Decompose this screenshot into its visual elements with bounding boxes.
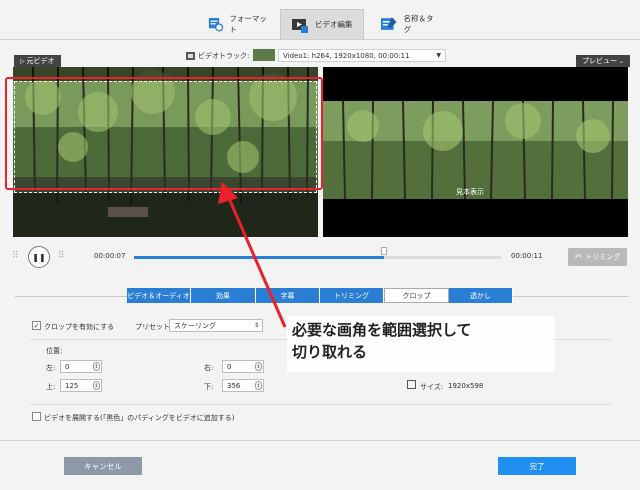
- name-tag-icon: [380, 17, 397, 30]
- chevron-icon: ⌄: [617, 58, 624, 65]
- divider-line-2: [30, 404, 612, 405]
- enable-crop-label: クロップを有効にする: [44, 323, 115, 331]
- video-edit-icon: [292, 18, 308, 33]
- spinner-icon[interactable]: ⇕: [255, 362, 262, 371]
- left-input[interactable]: 0 ⇕: [60, 360, 102, 373]
- original-video-label: ▷ 元ビデオ: [14, 55, 61, 67]
- done-button[interactable]: 完了: [498, 457, 576, 475]
- subtab-video-audio[interactable]: ビデオ＆オーディオ: [127, 288, 191, 303]
- annotation-arrow: [218, 182, 287, 328]
- seek-bar[interactable]: [134, 256, 501, 259]
- video-track-value: Video1: h264, 1920x1080, 00:00:11: [283, 51, 410, 60]
- tab-video-edit[interactable]: ビデオ編集: [280, 9, 364, 39]
- size-label: サイズ:: [420, 383, 444, 391]
- video-track-row: ビデオトラック:: [186, 51, 249, 61]
- spinner-icon[interactable]: ⇕: [93, 381, 100, 390]
- size-icon: [407, 380, 416, 389]
- expand-video-label: ビデオを展開する(「黒色」のパディングをビデオに追加する): [44, 414, 235, 422]
- pause-icon: ❚❚: [32, 252, 46, 262]
- bottom-label: 下:: [204, 383, 214, 391]
- right-label: 右:: [204, 364, 214, 372]
- drag-handle-icon-right: ⠿: [58, 251, 65, 261]
- forest-preview-image: [323, 101, 628, 199]
- expand-video-checkbox[interactable]: [32, 412, 41, 421]
- pause-button[interactable]: ❚❚: [28, 246, 50, 268]
- total-time: 00:00:11: [511, 252, 543, 260]
- preset-label: プリセット:: [135, 323, 173, 331]
- check-icon: ✓: [33, 321, 40, 330]
- drag-handle-icon: ⠿: [12, 251, 19, 261]
- divider: [0, 39, 640, 40]
- watermark-text: 見本表示: [456, 188, 484, 196]
- tab-name-tag-label: 名称＆タグ: [403, 14, 434, 34]
- bottom-input[interactable]: 356 ⇕: [222, 379, 264, 392]
- preview-label: プレビュー ⌄: [576, 55, 630, 67]
- chevron-down-icon: ▼: [436, 52, 441, 59]
- annotation-line1: 必要な画角を範囲選択して: [292, 321, 472, 339]
- subtab-watermark[interactable]: 透かし: [449, 288, 513, 303]
- annotation-line2: 切り取れる: [292, 343, 368, 361]
- subtab-trim[interactable]: トリミング: [320, 288, 384, 303]
- position-label: 位置:: [46, 347, 63, 355]
- tab-name-tag[interactable]: 名称＆タグ: [370, 9, 450, 39]
- track-thumbnail: [253, 49, 275, 61]
- video-track-select[interactable]: Video1: h264, 1920x1080, 00:00:11 ▼: [278, 49, 446, 62]
- top-label: 上:: [46, 383, 56, 391]
- tab-format[interactable]: フォーマット: [198, 9, 278, 39]
- right-input[interactable]: 0 ⇕: [222, 360, 264, 373]
- cancel-button[interactable]: キャンセル: [64, 457, 142, 475]
- seek-thumb[interactable]: [380, 247, 387, 255]
- left-label: 左:: [46, 364, 56, 372]
- tab-video-edit-label: ビデオ編集: [315, 20, 353, 29]
- video-track-label: ビデオトラック:: [198, 52, 250, 60]
- size-value: 1920x598: [448, 382, 484, 390]
- scissors-icon: ✂: [574, 252, 583, 262]
- spinner-icon[interactable]: ⇕: [93, 362, 100, 371]
- spinner-icon[interactable]: ⇕: [255, 381, 262, 390]
- top-input[interactable]: 125 ⇕: [60, 379, 102, 392]
- highlight-box: [5, 77, 323, 190]
- enable-crop-checkbox[interactable]: ✓: [32, 321, 41, 330]
- current-time: 00:00:07: [94, 252, 126, 260]
- format-icon: [208, 18, 224, 32]
- subtab-crop[interactable]: クロップ: [384, 288, 449, 303]
- preview-video-view: 見本表示: [323, 67, 628, 237]
- trim-button[interactable]: ✂ トリミング: [568, 248, 627, 266]
- film-icon: [186, 52, 195, 60]
- tab-format-label: フォーマット: [229, 14, 267, 34]
